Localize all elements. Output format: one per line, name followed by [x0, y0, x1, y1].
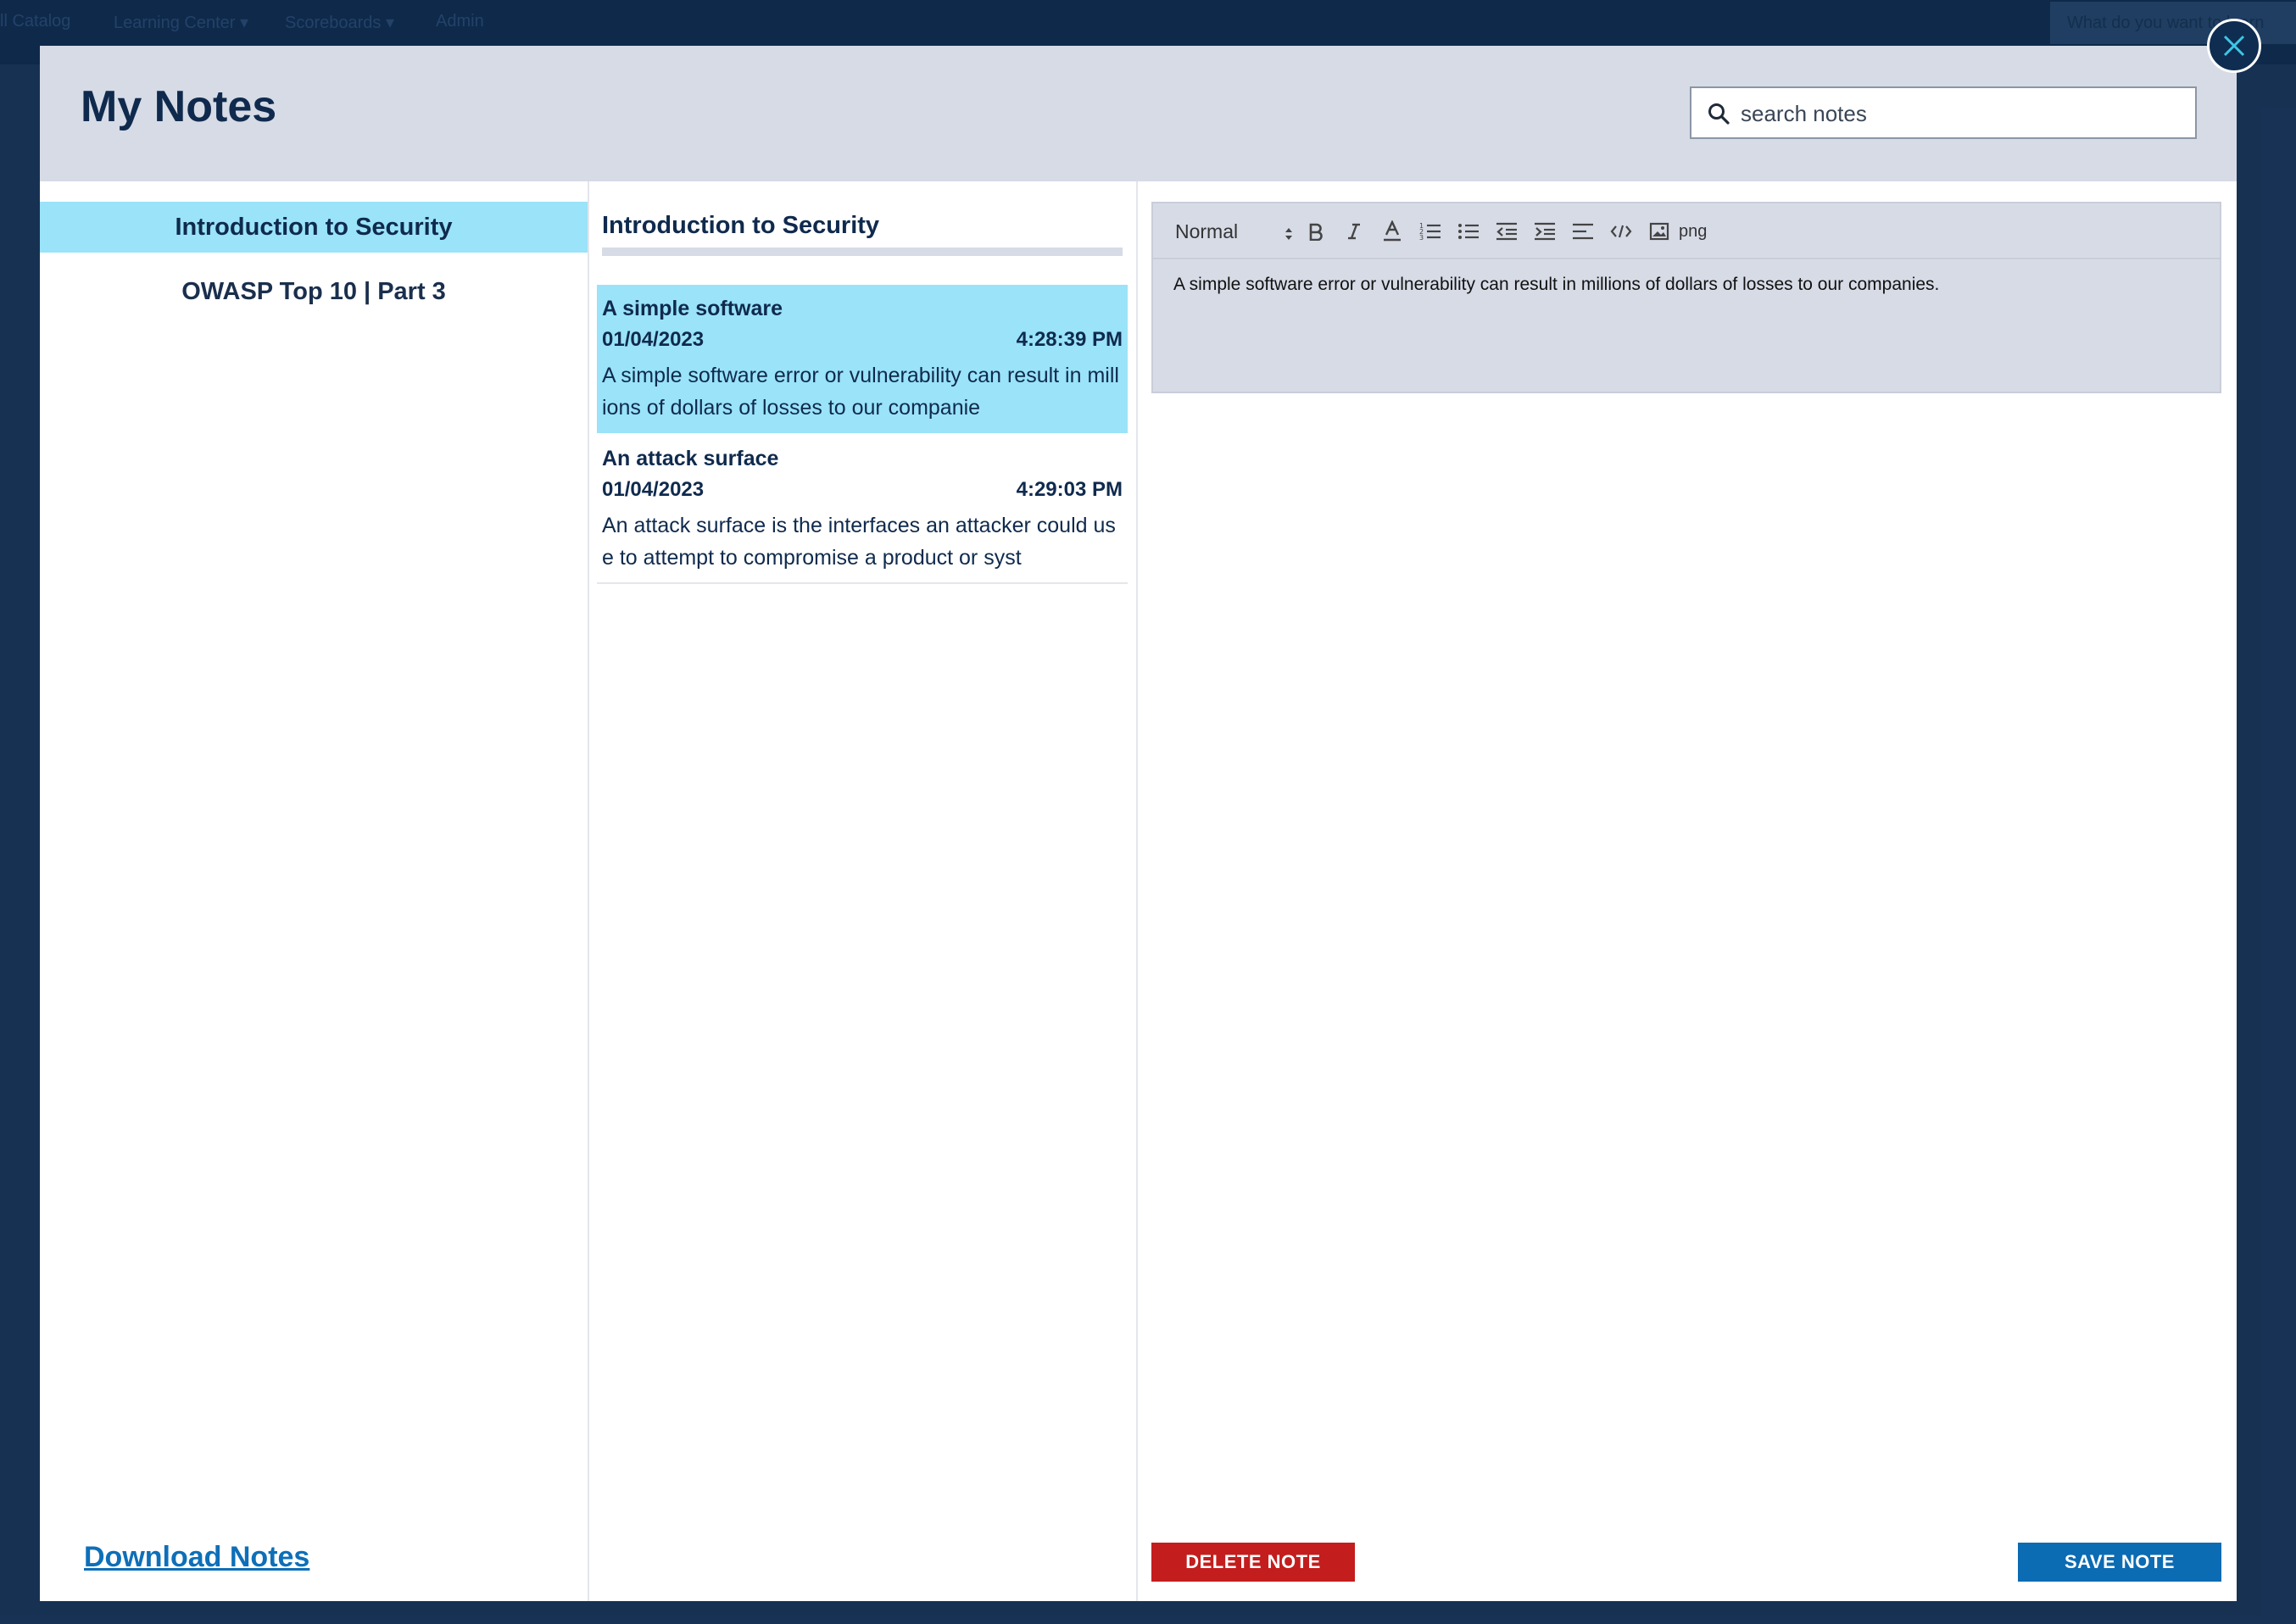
notes-list-divider: [602, 247, 1123, 256]
indent-icon[interactable]: [1530, 217, 1559, 246]
text-color-icon[interactable]: [1378, 217, 1407, 246]
editor-content[interactable]: A simple software error or vulnerability…: [1173, 275, 2199, 295]
select-arrows-icon: [1284, 222, 1294, 251]
download-notes-link[interactable]: Download Notes: [84, 1541, 309, 1574]
search-input[interactable]: [1739, 88, 2183, 139]
code-icon[interactable]: [1607, 217, 1636, 246]
italic-icon[interactable]: [1340, 217, 1368, 246]
image-icon[interactable]: [1645, 217, 1674, 246]
note-meta: 01/04/2023 4:28:39 PM: [602, 324, 1123, 356]
note-preview: A simple software error or vulnerability…: [602, 364, 1119, 420]
bold-icon[interactable]: [1301, 217, 1330, 246]
svg-text:3: 3: [1419, 234, 1424, 242]
note-list-item[interactable]: An attack surface 01/04/2023 4:29:03 PM …: [597, 435, 1128, 584]
outdent-icon[interactable]: [1492, 217, 1521, 246]
format-select-value: Normal: [1175, 220, 1239, 242]
page-title: My Notes: [81, 82, 277, 131]
search-icon: [1707, 102, 1730, 125]
note-date: 01/04/2023: [602, 478, 705, 501]
note-title: An attack surface: [602, 447, 779, 470]
search-box[interactable]: [1690, 86, 2197, 139]
note-meta: 01/04/2023 4:29:03 PM: [602, 474, 1123, 506]
column-divider-right: [1136, 181, 1138, 1601]
note-date: 01/04/2023: [602, 328, 705, 351]
course-item-owasp-top-10-part-3[interactable]: OWASP Top 10 | Part 3: [40, 266, 588, 317]
note-preview: An attack surface is the interfaces an a…: [602, 514, 1116, 570]
note-time: 4:28:39 PM: [1016, 328, 1123, 351]
align-icon[interactable]: [1569, 217, 1597, 246]
note-list-item[interactable]: A simple software 01/04/2023 4:28:39 PM …: [597, 285, 1128, 433]
bullet-list-icon[interactable]: [1454, 217, 1483, 246]
delete-note-button[interactable]: DELETE NOTE: [1151, 1543, 1355, 1582]
editor-toolbar: Normal 123 png: [1153, 203, 2220, 259]
modal-header: My Notes: [40, 46, 2237, 181]
column-divider-left: [588, 181, 589, 1601]
save-note-button[interactable]: SAVE NOTE: [2018, 1543, 2221, 1582]
png-button[interactable]: png: [1679, 217, 1707, 246]
format-select[interactable]: Normal: [1175, 217, 1294, 246]
note-time: 4:29:03 PM: [1016, 478, 1123, 501]
notes-list-heading: Introduction to Security: [602, 212, 880, 239]
course-item-introduction-to-security[interactable]: Introduction to Security: [40, 202, 588, 253]
note-editor: Normal 123 png A simple software error o…: [1151, 202, 2221, 393]
notes-modal: My Notes Introduction to Security OWASP …: [40, 46, 2237, 1601]
ordered-list-icon[interactable]: 123: [1416, 217, 1445, 246]
close-button[interactable]: [2207, 19, 2261, 73]
note-title: A simple software: [602, 297, 783, 320]
